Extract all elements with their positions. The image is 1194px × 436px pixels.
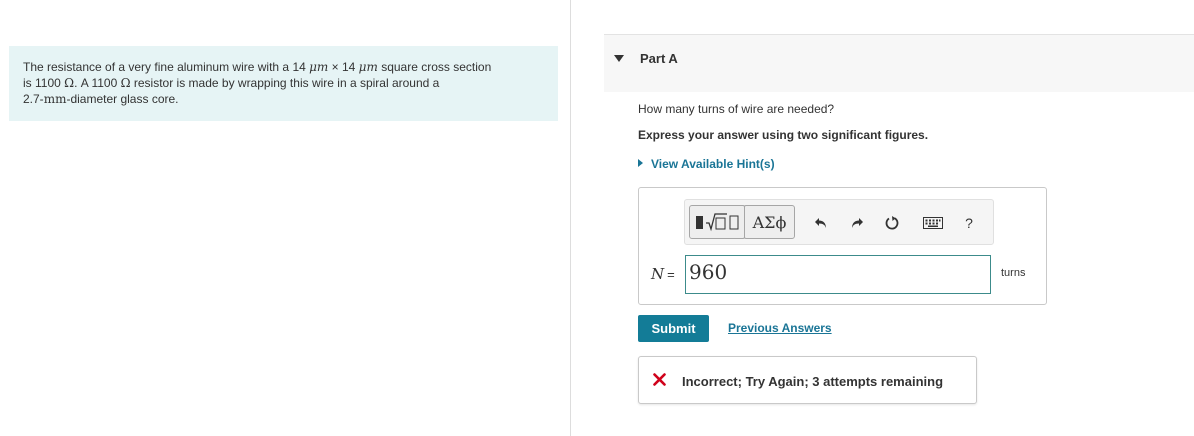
answer-input[interactable]: 960 [685,255,991,294]
part-title: Part A [640,51,678,66]
unit-ohm: Ω [120,76,131,90]
problem-line-2: is 1100 Ω. A 1100 Ω resistor is made by … [23,76,440,90]
variable-label: N = [651,265,675,283]
problem-statement: The resistance of a very fine aluminum w… [9,46,558,121]
math-toolbar: ΑΣϕ ? [684,199,994,245]
incorrect-x-icon [653,373,666,391]
keyboard-icon[interactable] [923,213,943,233]
part-header[interactable]: Part A [604,34,1194,92]
redo-icon[interactable] [847,213,867,233]
templates-button[interactable] [689,205,745,239]
undo-icon[interactable] [811,213,831,233]
unit-ohm: Ω [64,76,75,90]
view-hints-link[interactable]: View Available Hint(s) [638,157,775,171]
unit-millimeter: mm [43,92,67,106]
question-text: How many turns of wire are needed? [638,102,835,116]
unit-micrometer: μm [309,60,329,74]
answer-pane: Part A How many turns of wire are needed… [572,0,1194,436]
help-icon[interactable]: ? [959,213,979,233]
feedback-text: Incorrect; Try Again; 3 attempts remaini… [682,374,944,389]
answer-box: ΑΣϕ ? N = 960 turns [638,187,1047,305]
previous-answers-link[interactable]: Previous Answers [728,321,832,335]
unit-label: turns [1001,267,1026,279]
instruction-text: Express your answer using two significan… [638,128,929,142]
submit-button[interactable]: Submit [638,315,709,342]
reset-icon[interactable] [882,213,902,233]
problem-pane: The resistance of a very fine aluminum w… [0,0,571,436]
feedback-message: Incorrect; Try Again; 3 attempts remaini… [638,356,977,404]
greek-symbols-button[interactable]: ΑΣϕ [744,205,795,239]
problem-line-1: The resistance of a very fine aluminum w… [23,60,492,74]
templates-icon [696,213,739,232]
expand-caret-icon [638,159,643,167]
collapse-caret-icon[interactable] [614,55,624,62]
unit-micrometer: μm [358,60,378,74]
problem-line-3: 2.7-mm-diameter glass core. [23,92,179,106]
